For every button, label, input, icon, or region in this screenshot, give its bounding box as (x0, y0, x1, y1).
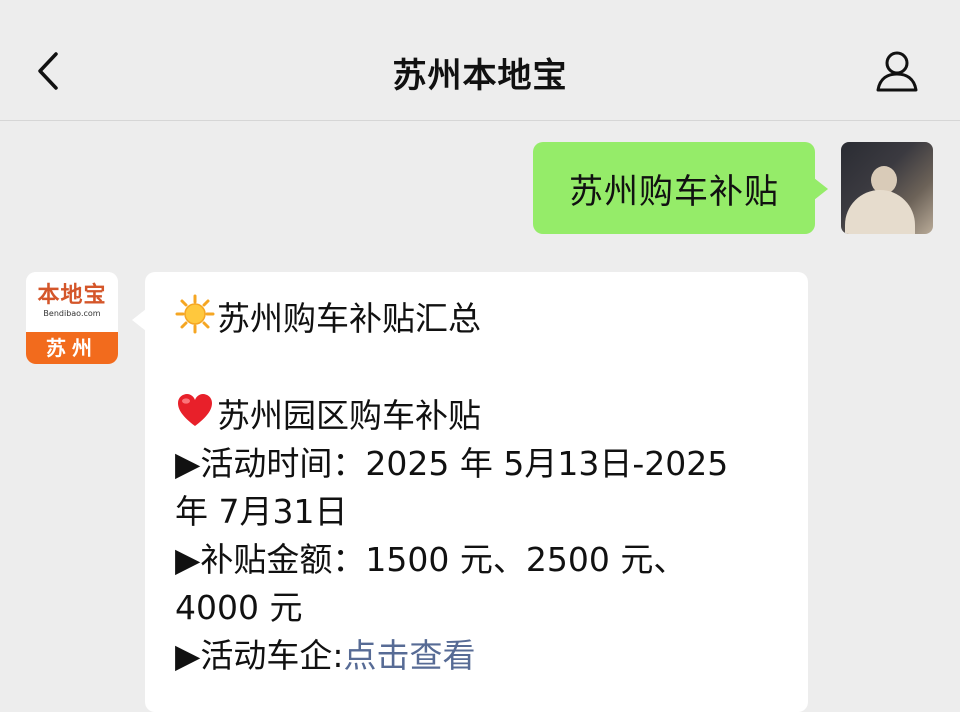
amount-label: ▶补贴金额： (175, 540, 366, 579)
chat-area[interactable]: 苏州购车补贴 本地宝 Bendibao.com 苏州 苏州购车补贴汇总 苏州园区… (0, 121, 960, 712)
time-label: ▶活动时间： (175, 444, 366, 483)
profile-button[interactable] (872, 46, 922, 96)
amount-value-2: 4000 元 (175, 588, 303, 627)
my-avatar[interactable] (841, 142, 933, 234)
outgoing-message-text: 苏州购车补贴 (569, 171, 779, 212)
time-line-1: ▶活动时间：2025 年 5月13日-2025 (175, 440, 785, 488)
logo-chinese: 本地宝 (37, 283, 107, 308)
incoming-message-body: 苏州购车补贴汇总 苏州园区购车补贴 ▶活动时间：2025 年 5月13日-202… (175, 294, 785, 680)
amount-value-1: 1500 元、2500 元、 (365, 540, 687, 579)
logo-english: Bendibao.com (43, 309, 101, 318)
enterprise-label: ▶活动车企: (175, 636, 344, 675)
view-enterprises-link[interactable]: 点击查看 (344, 636, 476, 675)
time-value-1: 2025 年 5月13日-2025 (365, 444, 729, 483)
incoming-message[interactable]: 苏州购车补贴汇总 苏州园区购车补贴 ▶活动时间：2025 年 5月13日-202… (145, 272, 808, 712)
outgoing-message[interactable]: 苏州购车补贴 (533, 142, 815, 234)
summary-title-line: 苏州购车补贴汇总 (175, 294, 785, 343)
person-icon (876, 51, 918, 92)
outgoing-bubble-tail (814, 178, 828, 200)
amount-line-1: ▶补贴金额：1500 元、2500 元、 (175, 536, 785, 584)
time-value-2: 年 7月31日 (175, 492, 348, 531)
bot-avatar[interactable]: 本地宝 Bendibao.com 苏州 (26, 272, 118, 364)
bendibao-logo: 本地宝 Bendibao.com (26, 272, 118, 332)
chat-title: 苏州本地宝 (392, 56, 568, 96)
section-title: 苏州园区购车补贴 (217, 396, 481, 435)
logo-city: 苏州 (26, 332, 118, 364)
summary-title: 苏州购车补贴汇总 (217, 299, 481, 338)
enterprise-line: ▶活动车企:点击查看 (175, 632, 785, 680)
avatar-figure-body (845, 190, 915, 234)
heart-icon (178, 394, 212, 426)
sun-icon (175, 294, 215, 334)
incoming-bubble-tail (132, 309, 146, 331)
section-title-line: 苏州园区购车补贴 (175, 391, 785, 440)
navigation-bar: 苏州本地宝 (0, 0, 960, 121)
